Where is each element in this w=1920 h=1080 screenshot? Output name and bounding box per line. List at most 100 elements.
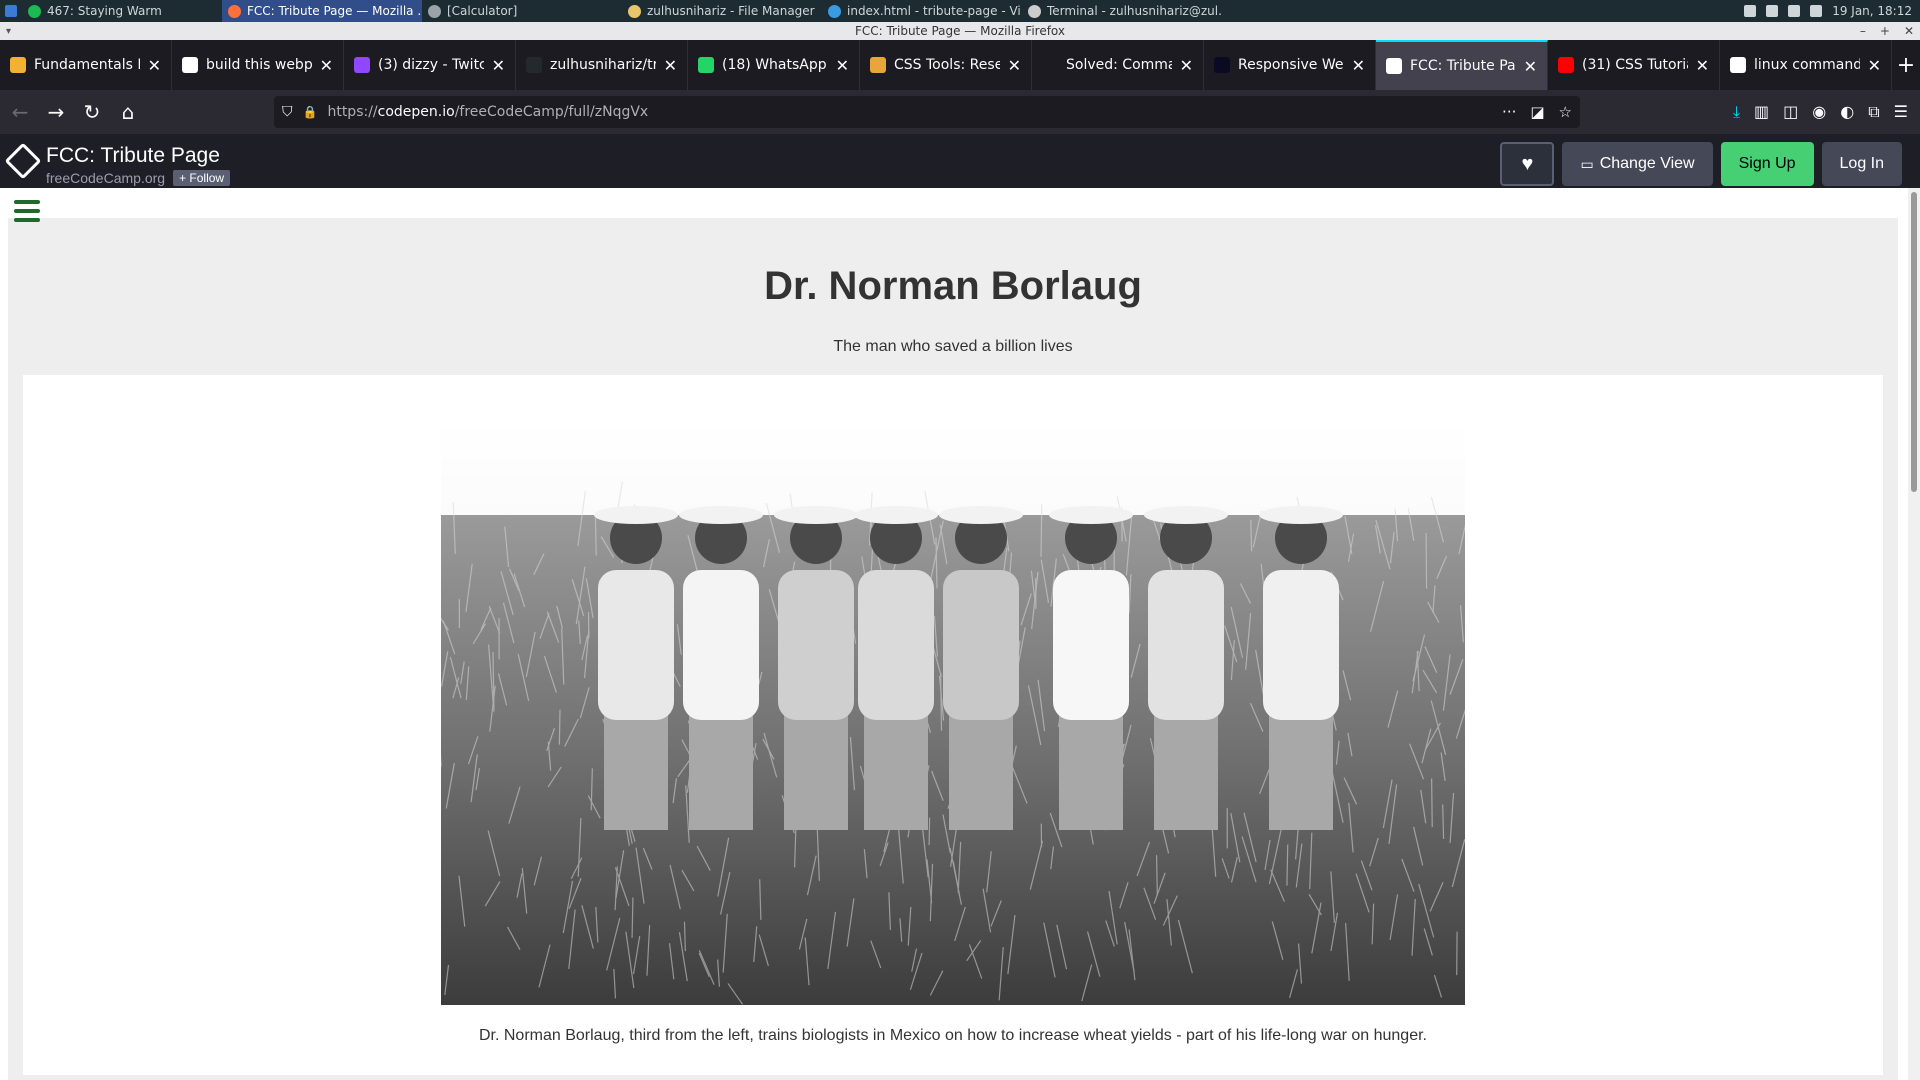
clock[interactable]: 19 Jan, 18:12 (1832, 4, 1912, 18)
account-icon[interactable]: ◉ (1812, 102, 1826, 122)
window-titlebar: ▾ FCC: Tribute Page — Mozilla Firefox – … (0, 22, 1920, 40)
browser-tab-strip: Fundamentals Part✕build this webpage✕(3)… (0, 40, 1920, 90)
tab-label: FCC: Tribute Page (1410, 58, 1516, 74)
window-controls: – + ✕ (1860, 22, 1914, 40)
tab-close-icon[interactable]: ✕ (1180, 56, 1193, 75)
tab-close-icon[interactable]: ✕ (492, 56, 505, 75)
sidebar-icon[interactable]: ◫ (1783, 102, 1798, 122)
log-in-button[interactable]: Log In (1821, 142, 1902, 186)
tab-close-icon[interactable]: ✕ (1352, 56, 1365, 75)
image-container: Dr. Norman Borlaug, third from the left,… (23, 375, 1883, 1075)
url-text[interactable]: https://codepen.io/freeCodeCamp/full/zNq… (327, 104, 1492, 120)
notification-icon[interactable] (1744, 5, 1757, 17)
tab-close-icon[interactable]: ✕ (1008, 56, 1021, 75)
tab-list: Fundamentals Part✕build this webpage✕(3)… (0, 40, 1892, 90)
sign-up-button[interactable]: Sign Up (1720, 142, 1814, 186)
pen-title: FCC: Tribute Page (46, 144, 220, 167)
taskbar-task[interactable]: FCC: Tribute Page — Mozilla ... (222, 0, 422, 22)
taskbar-task[interactable]: Terminal - zulhusnihariz@zul... (1022, 0, 1222, 22)
tab-label: CSS Tools: Reset CS (894, 57, 1000, 73)
os-menu-button[interactable] (0, 0, 22, 22)
task-label: FCC: Tribute Page — Mozilla ... (247, 4, 422, 18)
browser-tab[interactable]: Fundamentals Part ✕ (0, 40, 172, 90)
url-path: /freeCodeCamp/full/zNqgVx (454, 104, 649, 120)
app-icon (1028, 4, 1041, 18)
task-label: index.html - tribute-page - Vi... (847, 4, 1022, 18)
page-scrollbar[interactable] (1908, 188, 1920, 1080)
browser-tab[interactable]: build this webpage ✕ (172, 40, 344, 90)
system-tray: 19 Jan, 18:12 (1744, 4, 1920, 18)
taskbar-task[interactable]: [Calculator] (422, 0, 622, 22)
close-icon[interactable]: ✕ (1904, 24, 1914, 38)
tab-label: Responsive Web De (1238, 57, 1344, 73)
home-button[interactable]: ⌂ (112, 96, 144, 128)
back-button[interactable]: ← (4, 96, 36, 128)
lock-icon[interactable]: 🔒 (303, 105, 318, 119)
heart-icon: ♥ (1521, 152, 1534, 175)
tab-close-icon[interactable]: ✕ (836, 56, 849, 75)
new-tab-button[interactable]: + (1892, 40, 1920, 90)
library-icon[interactable]: ▥ (1754, 102, 1769, 122)
pen-owner-row: freeCodeCamp.org + Follow (46, 170, 231, 186)
taskbar-task[interactable]: zulhusnihariz - File Manager (622, 0, 822, 22)
network-icon[interactable] (1766, 5, 1779, 17)
pen-owner-link[interactable]: freeCodeCamp.org (46, 170, 165, 186)
browser-tab[interactable]: linux command mo ✕ (1720, 40, 1892, 90)
tab-close-icon[interactable]: ✕ (320, 56, 333, 75)
maximize-icon[interactable]: + (1880, 24, 1890, 38)
tab-close-icon[interactable]: ✕ (1524, 57, 1537, 76)
tribute-main: Dr. Norman Borlaug The man who saved a b… (8, 200, 1898, 1080)
task-label: Terminal - zulhusnihariz@zul... (1047, 4, 1222, 18)
tab-label: (31) CSS Tutorial Fo (1582, 57, 1688, 73)
borlaug-photo (441, 420, 1465, 1005)
app-icon (828, 4, 841, 18)
battery-icon[interactable] (1788, 5, 1801, 17)
heart-button[interactable]: ♥ (1500, 142, 1555, 186)
browser-tab[interactable]: FCC: Tribute Page ✕ (1376, 40, 1548, 90)
app-icon (28, 4, 41, 18)
forward-button[interactable]: → (40, 96, 72, 128)
tab-close-icon[interactable]: ✕ (1868, 56, 1881, 75)
tab-label: build this webpage (206, 57, 312, 73)
window-menu-icon[interactable]: ▾ (6, 26, 11, 37)
tab-close-icon[interactable]: ✕ (1696, 56, 1709, 75)
hamburger-menu-icon[interactable]: ☰ (1894, 102, 1908, 122)
browser-tab[interactable]: Solved: Commands ✕ (1032, 40, 1204, 90)
follow-button[interactable]: + Follow (173, 170, 231, 186)
navigation-bar: ← → ↻ ⌂ ⛉ 🔒 https://codepen.io/freeCodeC… (0, 90, 1920, 134)
taskbar-task[interactable]: 467: Staying Warm (22, 0, 222, 22)
image-caption: Dr. Norman Borlaug, third from the left,… (478, 1027, 1427, 1044)
browser-tab[interactable]: CSS Tools: Reset CS ✕ (860, 40, 1032, 90)
volume-icon[interactable] (1810, 5, 1823, 17)
page-actions-icon[interactable]: ··· (1502, 103, 1516, 121)
favicon-icon (1214, 57, 1230, 73)
download-icon[interactable]: ⤓ (1733, 102, 1740, 122)
favicon-icon (1558, 57, 1574, 73)
task-label: 467: Staying Warm (47, 4, 162, 18)
reload-button[interactable]: ↻ (76, 96, 108, 128)
tab-close-icon[interactable]: ✕ (664, 56, 677, 75)
tab-label: (18) WhatsApp (722, 57, 827, 73)
shield-icon[interactable]: ⛉ (282, 104, 293, 120)
taskbar-task[interactable]: index.html - tribute-page - Vi... (822, 0, 1022, 22)
url-prefix: https:// (327, 104, 378, 120)
scrollbar-thumb[interactable] (1911, 192, 1917, 492)
browser-tab[interactable]: (18) WhatsApp ✕ (688, 40, 860, 90)
browser-tab[interactable]: zulhusnihariz/tribu ✕ (516, 40, 688, 90)
browser-tab[interactable]: (31) CSS Tutorial Fo ✕ (1548, 40, 1720, 90)
codepen-logo-icon[interactable] (4, 142, 42, 180)
hamburger-icon[interactable] (14, 200, 40, 222)
url-bar[interactable]: ⛉ 🔒 https://codepen.io/freeCodeCamp/full… (274, 96, 1580, 128)
layout-icon: ▭ (1580, 155, 1594, 172)
tab-label: zulhusnihariz/tribu (550, 57, 656, 73)
extensions-puzzle-icon[interactable]: ⧉ (1868, 102, 1879, 122)
url-domain: codepen.io (377, 104, 455, 120)
tab-close-icon[interactable]: ✕ (148, 56, 161, 75)
browser-tab[interactable]: (3) dizzy - Twitch ✕ (344, 40, 516, 90)
extension-icon[interactable]: ◐ (1840, 102, 1854, 122)
pocket-icon[interactable]: ◪ (1530, 103, 1544, 121)
bookmark-star-icon[interactable]: ☆ (1559, 103, 1572, 121)
minimize-icon[interactable]: – (1860, 24, 1866, 38)
change-view-button[interactable]: ▭ Change View (1562, 142, 1713, 186)
browser-tab[interactable]: Responsive Web De ✕ (1204, 40, 1376, 90)
